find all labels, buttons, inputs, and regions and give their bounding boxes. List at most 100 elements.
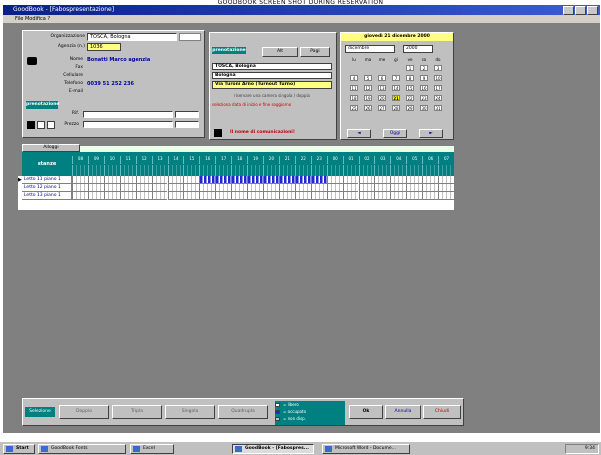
time-slot[interactable] [231, 184, 248, 192]
city-select[interactable]: TOSCA, Bologna [212, 63, 332, 70]
calendar-day[interactable]: 12 [364, 85, 372, 91]
calendar-day[interactable]: 14 [392, 85, 400, 91]
maximize-icon[interactable] [575, 6, 586, 15]
time-slot[interactable] [326, 176, 343, 184]
address-select[interactable]: Via Turoni Arno (Turnout Turno) [212, 81, 332, 89]
calendar-day[interactable]: 25 [350, 105, 358, 111]
location-tab[interactable]: prenotazione [212, 47, 246, 54]
time-slot[interactable] [390, 176, 407, 184]
time-slot[interactable] [135, 176, 152, 184]
time-slot[interactable] [294, 184, 311, 192]
time-slot[interactable] [199, 184, 216, 192]
time-slot[interactable] [87, 192, 104, 200]
time-slot[interactable] [215, 184, 232, 192]
menu-bar[interactable]: File Modifica ? [3, 15, 600, 23]
calendar-day[interactable]: 24 [434, 95, 442, 101]
ok-button[interactable]: Ok [349, 405, 383, 419]
prev-month-button[interactable]: ◄ [347, 129, 371, 138]
table-row[interactable]: Letto 13 piano 1 [18, 192, 454, 200]
start-button[interactable]: Start [3, 444, 35, 454]
toggle-page-button[interactable]: Pagi [300, 47, 330, 57]
time-slot[interactable] [263, 184, 279, 192]
calendar-day[interactable]: 17 [434, 85, 442, 91]
booked-slot[interactable] [215, 176, 232, 184]
calendar-day[interactable]: 10 [434, 75, 442, 81]
time-slot[interactable] [167, 192, 184, 200]
taskbar-button[interactable]: Excel [130, 444, 174, 454]
calendar-day[interactable]: 8 [406, 75, 414, 81]
month-select[interactable]: dicembre [345, 45, 395, 53]
calendar-day[interactable]: 18 [350, 95, 358, 101]
price-field-2[interactable] [175, 121, 199, 128]
calendar-day[interactable]: 22 [406, 95, 414, 101]
time-slot[interactable] [167, 184, 184, 192]
calendar-day[interactable]: 21 [392, 95, 400, 101]
time-slot[interactable] [374, 184, 391, 192]
time-slot[interactable] [183, 176, 200, 184]
time-slot[interactable] [278, 192, 295, 200]
search-icon[interactable] [37, 121, 45, 129]
booked-slot[interactable] [310, 176, 327, 184]
time-slot[interactable] [119, 192, 136, 200]
time-slot[interactable] [294, 192, 311, 200]
code-field[interactable]: 1036 [87, 43, 121, 51]
time-slot[interactable] [199, 192, 216, 200]
car-small-icon[interactable] [27, 121, 35, 129]
district-select[interactable]: Bologna [212, 72, 332, 79]
close-button[interactable]: Chiudi [423, 405, 461, 419]
time-slot[interactable] [247, 184, 263, 192]
time-slot[interactable] [103, 176, 120, 184]
time-slot[interactable] [406, 184, 423, 192]
calendar-day[interactable]: 7 [392, 75, 400, 81]
booked-slot[interactable] [263, 176, 279, 184]
time-slot[interactable] [406, 192, 423, 200]
time-slot[interactable] [167, 176, 184, 184]
time-slot[interactable] [103, 184, 120, 192]
time-slot[interactable] [326, 192, 343, 200]
time-slot[interactable] [87, 184, 104, 192]
time-slot[interactable] [247, 192, 263, 200]
time-slot[interactable] [342, 192, 359, 200]
print-icon[interactable] [47, 121, 55, 129]
time-slot[interactable] [390, 192, 407, 200]
time-slot[interactable] [358, 192, 375, 200]
time-slot[interactable] [422, 192, 439, 200]
calendar-day[interactable]: 19 [364, 95, 372, 101]
time-slot[interactable] [183, 192, 200, 200]
time-slot[interactable] [374, 176, 391, 184]
reservation-button[interactable]: prenotazione [26, 101, 59, 109]
time-slot[interactable] [135, 192, 152, 200]
time-slot[interactable] [151, 184, 168, 192]
calendar-day[interactable]: 16 [420, 85, 428, 91]
calendar-day[interactable]: 27 [378, 105, 386, 111]
calendar-day[interactable]: 13 [378, 85, 386, 91]
close-icon[interactable] [587, 6, 598, 15]
time-slot[interactable] [119, 176, 136, 184]
calendar-day[interactable]: 6 [378, 75, 386, 81]
time-slot[interactable] [103, 192, 120, 200]
price-field[interactable] [83, 121, 173, 128]
time-slot[interactable] [390, 184, 407, 192]
booked-slot[interactable] [231, 176, 248, 184]
room-label[interactable]: Letto 11 piano 1 [22, 176, 72, 184]
time-slot[interactable] [263, 192, 279, 200]
time-slot[interactable] [87, 176, 104, 184]
window-titlebar[interactable]: GoodBook - [Fabospresentazione] [3, 5, 600, 15]
room-label[interactable]: Letto 13 piano 1 [22, 192, 72, 200]
booked-slot[interactable] [247, 176, 263, 184]
table-row[interactable]: ▶ Letto 11 piano 1 [18, 176, 454, 184]
car-icon-2[interactable] [214, 129, 222, 137]
taskbar-button[interactable]: GoodBook Fonts [38, 444, 126, 454]
calendar-day[interactable]: 29 [406, 105, 414, 111]
time-slot[interactable] [119, 184, 136, 192]
time-slot[interactable] [310, 192, 327, 200]
time-slot[interactable] [374, 192, 391, 200]
room-type-button[interactable]: Singola [165, 405, 215, 419]
time-slot[interactable] [438, 192, 454, 200]
room-label[interactable]: Letto 12 piano 1 [22, 184, 72, 192]
time-slot[interactable] [151, 192, 168, 200]
calendar-day[interactable]: 3 [434, 65, 442, 71]
time-slot[interactable] [438, 176, 454, 184]
calendar-day[interactable]: 15 [406, 85, 414, 91]
room-type-button[interactable]: Quadrupla [218, 405, 268, 419]
